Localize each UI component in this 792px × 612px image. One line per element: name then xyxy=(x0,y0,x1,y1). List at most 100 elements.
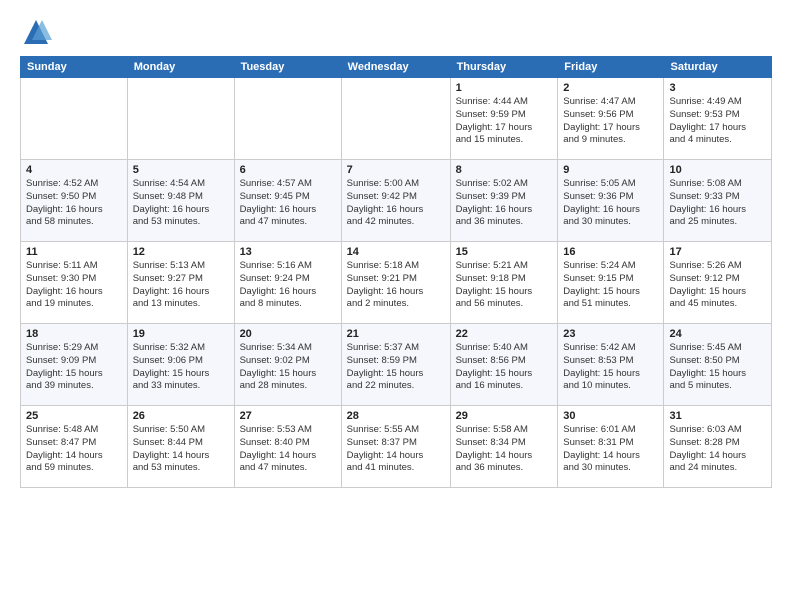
day-info: Sunrise: 4:47 AM Sunset: 9:56 PM Dayligh… xyxy=(563,96,658,147)
day-number: 3 xyxy=(669,82,766,94)
day-number: 22 xyxy=(456,328,553,340)
calendar-table: SundayMondayTuesdayWednesdayThursdayFrid… xyxy=(20,56,772,488)
calendar-cell: 16Sunrise: 5:24 AM Sunset: 9:15 PM Dayli… xyxy=(558,242,664,324)
calendar-cell: 23Sunrise: 5:42 AM Sunset: 8:53 PM Dayli… xyxy=(558,324,664,406)
calendar-cell xyxy=(21,78,128,160)
day-info: Sunrise: 4:57 AM Sunset: 9:45 PM Dayligh… xyxy=(240,178,336,229)
calendar-week-row: 25 Sunrise: 5:48 AM Sunset: 8:47 PM Dayli… xyxy=(21,406,772,488)
day-number: 25 xyxy=(26,410,122,422)
day-header-sunday: Sunday xyxy=(21,57,128,78)
calendar-cell: 30 Sunrise: 6:01 AM Sunset: 8:31 PM Dayli… xyxy=(558,406,664,488)
calendar-header-row: SundayMondayTuesdayWednesdayThursdayFrid… xyxy=(21,57,772,78)
day-header-monday: Monday xyxy=(127,57,234,78)
day-number: 10 xyxy=(669,164,766,176)
day-info: Sunrise: 5:32 AM Sunset: 9:06 PM Dayligh… xyxy=(133,342,229,393)
header xyxy=(20,16,772,48)
calendar-week-row: 18Sunrise: 5:29 AM Sunset: 9:09 PM Dayli… xyxy=(21,324,772,406)
day-header-thursday: Thursday xyxy=(450,57,558,78)
day-info: Sunrise: 5:37 AM Sunset: 8:59 PM Dayligh… xyxy=(347,342,445,393)
day-header-friday: Friday xyxy=(558,57,664,78)
day-info: Sunrise: 5:16 AM Sunset: 9:24 PM Dayligh… xyxy=(240,260,336,311)
calendar-cell: 5Sunrise: 4:54 AM Sunset: 9:48 PM Daylig… xyxy=(127,160,234,242)
day-number: 6 xyxy=(240,164,336,176)
day-number: 26 xyxy=(133,410,229,422)
day-number: 7 xyxy=(347,164,445,176)
calendar-cell: 22Sunrise: 5:40 AM Sunset: 8:56 PM Dayli… xyxy=(450,324,558,406)
calendar-cell: 2 Sunrise: 4:47 AM Sunset: 9:56 PM Daylig… xyxy=(558,78,664,160)
day-number: 13 xyxy=(240,246,336,258)
calendar-cell: 29 Sunrise: 5:58 AM Sunset: 8:34 PM Dayli… xyxy=(450,406,558,488)
day-info: Sunrise: 5:50 AM Sunset: 8:44 PM Dayligh… xyxy=(133,424,229,475)
day-header-wednesday: Wednesday xyxy=(341,57,450,78)
day-number: 17 xyxy=(669,246,766,258)
calendar-cell: 11 Sunrise: 5:11 AM Sunset: 9:30 PM Dayli… xyxy=(21,242,128,324)
calendar-cell: 14 Sunrise: 5:18 AM Sunset: 9:21 PM Dayli… xyxy=(341,242,450,324)
day-info: Sunrise: 4:44 AM Sunset: 9:59 PM Dayligh… xyxy=(456,96,553,147)
calendar-cell: 17 Sunrise: 5:26 AM Sunset: 9:12 PM Dayli… xyxy=(664,242,772,324)
day-header-tuesday: Tuesday xyxy=(234,57,341,78)
day-number: 21 xyxy=(347,328,445,340)
day-number: 31 xyxy=(669,410,766,422)
calendar-week-row: 11 Sunrise: 5:11 AM Sunset: 9:30 PM Dayli… xyxy=(21,242,772,324)
day-number: 15 xyxy=(456,246,553,258)
day-info: Sunrise: 5:00 AM Sunset: 9:42 PM Dayligh… xyxy=(347,178,445,229)
calendar-week-row: 4 Sunrise: 4:52 AM Sunset: 9:50 PM Daylig… xyxy=(21,160,772,242)
day-info: Sunrise: 5:08 AM Sunset: 9:33 PM Dayligh… xyxy=(669,178,766,229)
day-info: Sunrise: 6:01 AM Sunset: 8:31 PM Dayligh… xyxy=(563,424,658,475)
day-number: 29 xyxy=(456,410,553,422)
calendar-cell: 28 Sunrise: 5:55 AM Sunset: 8:37 PM Dayli… xyxy=(341,406,450,488)
calendar-cell: 15Sunrise: 5:21 AM Sunset: 9:18 PM Dayli… xyxy=(450,242,558,324)
calendar-cell xyxy=(234,78,341,160)
day-number: 23 xyxy=(563,328,658,340)
day-number: 11 xyxy=(26,246,122,258)
calendar-cell: 18Sunrise: 5:29 AM Sunset: 9:09 PM Dayli… xyxy=(21,324,128,406)
calendar-cell: 8 Sunrise: 5:02 AM Sunset: 9:39 PM Daylig… xyxy=(450,160,558,242)
day-number: 12 xyxy=(133,246,229,258)
calendar-cell xyxy=(341,78,450,160)
calendar-cell: 31Sunrise: 6:03 AM Sunset: 8:28 PM Dayli… xyxy=(664,406,772,488)
day-number: 9 xyxy=(563,164,658,176)
calendar-cell: 12 Sunrise: 5:13 AM Sunset: 9:27 PM Dayli… xyxy=(127,242,234,324)
day-info: Sunrise: 4:49 AM Sunset: 9:53 PM Dayligh… xyxy=(669,96,766,147)
day-info: Sunrise: 5:29 AM Sunset: 9:09 PM Dayligh… xyxy=(26,342,122,393)
day-info: Sunrise: 5:18 AM Sunset: 9:21 PM Dayligh… xyxy=(347,260,445,311)
day-number: 28 xyxy=(347,410,445,422)
day-info: Sunrise: 5:02 AM Sunset: 9:39 PM Dayligh… xyxy=(456,178,553,229)
day-info: Sunrise: 5:55 AM Sunset: 8:37 PM Dayligh… xyxy=(347,424,445,475)
calendar-cell: 27Sunrise: 5:53 AM Sunset: 8:40 PM Dayli… xyxy=(234,406,341,488)
day-number: 16 xyxy=(563,246,658,258)
day-info: Sunrise: 4:54 AM Sunset: 9:48 PM Dayligh… xyxy=(133,178,229,229)
calendar-cell: 6 Sunrise: 4:57 AM Sunset: 9:45 PM Daylig… xyxy=(234,160,341,242)
day-info: Sunrise: 5:13 AM Sunset: 9:27 PM Dayligh… xyxy=(133,260,229,311)
calendar-week-row: 1 Sunrise: 4:44 AM Sunset: 9:59 PM Daylig… xyxy=(21,78,772,160)
logo xyxy=(20,16,56,48)
calendar-cell: 10 Sunrise: 5:08 AM Sunset: 9:33 PM Dayli… xyxy=(664,160,772,242)
calendar-cell: 25 Sunrise: 5:48 AM Sunset: 8:47 PM Dayli… xyxy=(21,406,128,488)
calendar-cell: 7 Sunrise: 5:00 AM Sunset: 9:42 PM Daylig… xyxy=(341,160,450,242)
day-info: Sunrise: 4:52 AM Sunset: 9:50 PM Dayligh… xyxy=(26,178,122,229)
calendar-cell: 24Sunrise: 5:45 AM Sunset: 8:50 PM Dayli… xyxy=(664,324,772,406)
day-number: 24 xyxy=(669,328,766,340)
day-number: 20 xyxy=(240,328,336,340)
day-number: 8 xyxy=(456,164,553,176)
day-header-saturday: Saturday xyxy=(664,57,772,78)
day-info: Sunrise: 5:58 AM Sunset: 8:34 PM Dayligh… xyxy=(456,424,553,475)
day-number: 30 xyxy=(563,410,658,422)
day-number: 4 xyxy=(26,164,122,176)
day-info: Sunrise: 5:26 AM Sunset: 9:12 PM Dayligh… xyxy=(669,260,766,311)
day-number: 2 xyxy=(563,82,658,94)
calendar-cell: 26 Sunrise: 5:50 AM Sunset: 8:44 PM Dayli… xyxy=(127,406,234,488)
day-info: Sunrise: 5:05 AM Sunset: 9:36 PM Dayligh… xyxy=(563,178,658,229)
day-number: 19 xyxy=(133,328,229,340)
calendar-cell: 1 Sunrise: 4:44 AM Sunset: 9:59 PM Daylig… xyxy=(450,78,558,160)
day-info: Sunrise: 5:11 AM Sunset: 9:30 PM Dayligh… xyxy=(26,260,122,311)
calendar-cell: 20Sunrise: 5:34 AM Sunset: 9:02 PM Dayli… xyxy=(234,324,341,406)
day-info: Sunrise: 5:48 AM Sunset: 8:47 PM Dayligh… xyxy=(26,424,122,475)
calendar-cell: 21 Sunrise: 5:37 AM Sunset: 8:59 PM Dayli… xyxy=(341,324,450,406)
day-info: Sunrise: 5:53 AM Sunset: 8:40 PM Dayligh… xyxy=(240,424,336,475)
calendar-cell: 4 Sunrise: 4:52 AM Sunset: 9:50 PM Daylig… xyxy=(21,160,128,242)
calendar-cell: 3 Sunrise: 4:49 AM Sunset: 9:53 PM Daylig… xyxy=(664,78,772,160)
page: SundayMondayTuesdayWednesdayThursdayFrid… xyxy=(0,0,792,612)
day-number: 1 xyxy=(456,82,553,94)
day-number: 14 xyxy=(347,246,445,258)
